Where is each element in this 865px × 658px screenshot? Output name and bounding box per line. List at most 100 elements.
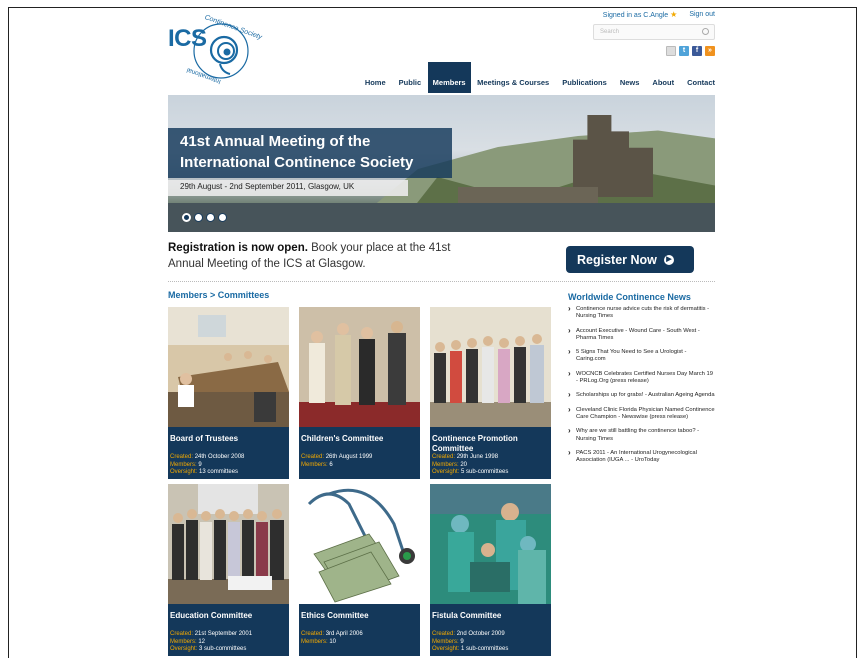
members-value: 9: [198, 461, 202, 468]
news-item[interactable]: Cleveland Clinic Florida Physician Named…: [568, 406, 715, 422]
twitter-icon[interactable]: t: [679, 46, 689, 56]
committee-name: Board of Trustees: [170, 434, 239, 443]
news-item[interactable]: WOCNCB Celebrates Certified Nurses Day M…: [568, 370, 715, 386]
sign-out-link[interactable]: Sign out: [689, 11, 715, 18]
search-input[interactable]: Search: [593, 24, 715, 40]
committee-photo: [168, 307, 289, 427]
email-icon[interactable]: [666, 46, 676, 56]
committee-card[interactable]: Fistula Committee Created: 2nd October 2…: [430, 484, 551, 656]
committee-card[interactable]: Education Committee Created: 21st Septem…: [168, 484, 289, 656]
committee-created: Created: 24th October 2008: [170, 454, 287, 462]
oversight-label: Oversight:: [432, 469, 460, 476]
hero-banner[interactable]: 41st Annual Meeting of the International…: [168, 95, 715, 232]
committee-info: Fistula Committee Created: 2nd October 2…: [430, 609, 551, 656]
nav-publications[interactable]: Publications: [556, 78, 614, 93]
committee-name: Education Committee: [170, 611, 253, 620]
committee-photo: [430, 307, 551, 427]
facebook-icon[interactable]: f: [692, 46, 702, 56]
created-value: 2nd October 2009: [456, 631, 505, 637]
banner-subtitle: 29th August - 2nd September 2011, Glasgo…: [168, 180, 408, 196]
committee-name: Ethics Committee: [301, 611, 369, 620]
news-heading: Worldwide Continence News: [568, 292, 691, 302]
committee-members: Members: 9: [170, 462, 287, 470]
news-item[interactable]: Scholarships up for grabs! - Australian …: [568, 391, 715, 399]
committee-photo: [299, 484, 420, 604]
created-value: 21st September 2001: [194, 631, 253, 637]
committee-created: Created: 26th August 1999: [301, 454, 418, 462]
committee-card[interactable]: Children's Committee Created: 26th Augus…: [299, 307, 420, 479]
created-label: Created:: [170, 454, 194, 460]
news-item[interactable]: PACS 2011 - An International Urogynecolo…: [568, 449, 715, 465]
slider-dot-4[interactable]: [218, 213, 227, 222]
nav-public[interactable]: Public: [392, 78, 428, 93]
news-item[interactable]: Why are we still battling the continence…: [568, 427, 715, 443]
register-now-label: Register Now: [577, 252, 657, 267]
banner-water: [168, 203, 715, 232]
ics-logo[interactable]: ICS Continence Society International: [168, 12, 263, 92]
committee-members: Members: 10: [301, 639, 418, 647]
committee-info: Board of Trustees Created: 24th October …: [168, 432, 289, 479]
news-item[interactable]: Account Executive - Wound Care - South W…: [568, 327, 715, 343]
committee-card[interactable]: Board of Trustees Created: 24th October …: [168, 307, 289, 479]
oversight-label: Oversight:: [170, 646, 198, 653]
news-item[interactable]: Continence nurse advice cuts the risk of…: [568, 305, 715, 321]
committee-oversight: Oversight: 13 committees: [170, 469, 287, 477]
committee-members: Members: 12: [170, 639, 287, 647]
nav-home[interactable]: Home: [358, 78, 392, 93]
members-label: Members:: [170, 461, 197, 468]
committee-created: Created: 29th June 1998: [432, 454, 549, 462]
social-icons: t f »: [666, 46, 715, 56]
members-value: 10: [329, 638, 337, 645]
slider-dots: [182, 213, 227, 222]
account-bar: Signed in as C.Angle ★ Sign out: [603, 10, 715, 19]
banner-title-line1: 41st Annual Meeting of the: [180, 133, 371, 150]
banner-title: 41st Annual Meeting of the International…: [168, 128, 452, 178]
signed-in-label[interactable]: Signed in as C.Angle ★: [603, 10, 678, 19]
committee-created: Created: 2nd October 2009: [432, 631, 549, 639]
created-label: Created:: [301, 454, 325, 460]
oversight-value: 5 sub-committees: [461, 469, 509, 476]
committee-members: Members: 20: [432, 462, 549, 470]
members-value: 20: [460, 461, 468, 468]
committee-info: Continence Promotion Committee Created: …: [430, 432, 551, 479]
members-value: 9: [460, 638, 464, 645]
banner-title-line2: International Continence Society: [180, 154, 414, 171]
search-icon[interactable]: [702, 28, 709, 35]
rss-icon[interactable]: »: [705, 46, 715, 56]
committee-oversight: Oversight: 1 sub-committees: [432, 646, 549, 654]
committee-name: Fistula Committee: [432, 611, 502, 620]
members-label: Members:: [301, 638, 328, 645]
created-label: Created:: [432, 631, 456, 637]
registration-headline: Registration is now open.: [168, 242, 308, 254]
star-icon: ★: [670, 10, 678, 19]
members-label: Members:: [432, 461, 459, 468]
created-label: Created:: [170, 631, 194, 637]
committee-oversight: Oversight: 3 sub-committees: [170, 646, 287, 654]
nav-news[interactable]: News: [613, 78, 646, 93]
news-list: Continence nurse advice cuts the risk of…: [568, 305, 715, 471]
slider-dot-1[interactable]: [182, 213, 191, 222]
slider-dot-3[interactable]: [206, 213, 215, 222]
breadcrumb[interactable]: Members > Committees: [168, 290, 269, 300]
news-item[interactable]: 5 Signs That You Need to See a Urologist…: [568, 348, 715, 364]
slider-dot-2[interactable]: [194, 213, 203, 222]
register-now-button[interactable]: Register Now ▶: [566, 246, 694, 273]
members-label: Members:: [432, 638, 459, 645]
registration-message: Registration is now open. Book your plac…: [168, 240, 478, 272]
committee-card[interactable]: Continence Promotion Committee Created: …: [430, 307, 551, 479]
created-label: Created:: [301, 631, 325, 637]
members-value: 6: [329, 461, 333, 468]
committee-photo: [299, 307, 420, 427]
created-value: 29th June 1998: [456, 454, 499, 460]
main-nav: Home Public Members Meetings & Courses P…: [358, 62, 715, 93]
members-value: 12: [198, 638, 206, 645]
nav-contact[interactable]: Contact: [681, 78, 715, 93]
signed-in-text: Signed in as C.Angle: [602, 12, 669, 19]
committee-info: Children's Committee Created: 26th Augus…: [299, 432, 420, 479]
nav-meetings-courses[interactable]: Meetings & Courses: [471, 78, 556, 93]
created-value: 24th October 2008: [194, 454, 245, 460]
nav-about[interactable]: About: [646, 78, 681, 93]
committee-card[interactable]: Ethics Committee Created: 3rd April 2006…: [299, 484, 420, 656]
nav-members[interactable]: Members: [427, 62, 471, 93]
committee-members: Members: 6: [301, 462, 418, 470]
